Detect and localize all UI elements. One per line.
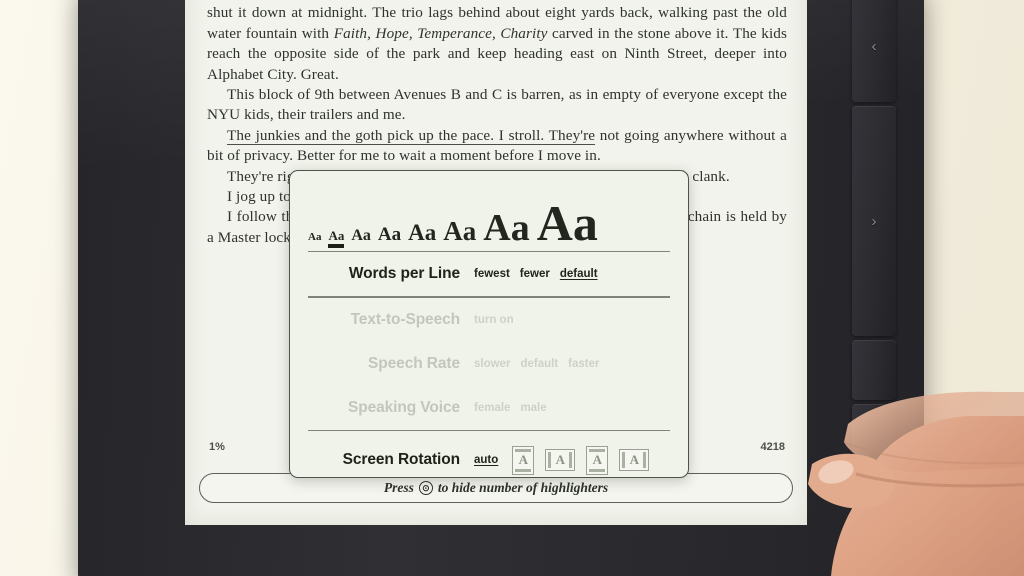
option-default: default (520, 357, 559, 370)
settings-row-text-to-speech: Text-to-Speech turn on (308, 298, 670, 342)
user-hand (808, 391, 1024, 576)
rotation-auto-option[interactable]: auto (474, 454, 498, 466)
settings-row-options: turn on (474, 314, 514, 326)
option-slower: slower (474, 357, 511, 370)
option-fewest[interactable]: fewest (474, 268, 510, 280)
font-size-option-8[interactable]: Aa (537, 198, 598, 248)
settings-row-options: female male (474, 402, 547, 414)
font-size-option-4[interactable]: Aa (378, 225, 401, 244)
font-size-option-6[interactable]: Aa (443, 217, 476, 244)
option-faster: faster (568, 357, 600, 370)
font-size-option-5[interactable]: Aa (408, 221, 436, 244)
option-male: male (520, 401, 547, 414)
eink-screen: about anyway.The NYU kids have crossed t… (185, 0, 807, 525)
rotation-portrait-inverted-icon[interactable]: A (586, 445, 609, 475)
option-default[interactable]: default (560, 268, 598, 280)
rotation-icon-letter: A (555, 452, 565, 468)
rotation-landscape-left-icon[interactable]: A (545, 449, 576, 472)
font-size-selector[interactable]: Aa Aa Aa Aa Aa Aa Aa Aa (308, 171, 670, 251)
chevron-right-icon: › (871, 212, 877, 230)
font-size-option-2[interactable]: Aa (328, 229, 344, 248)
settings-row-label: Speech Rate (368, 354, 460, 372)
prev-page-button[interactable]: ‹ (852, 0, 896, 102)
settings-row-words-per-line[interactable]: Words per Line fewest fewer default (308, 252, 670, 296)
settings-row-options: fewest fewer default (474, 268, 598, 280)
highlighted-text: The junkies and the goth pick up the pac… (227, 126, 596, 145)
screen-rotation-row[interactable]: Screen Rotation auto A A A A (308, 431, 670, 489)
settings-row-label: Text-to-Speech (350, 310, 461, 328)
rotation-icon-letter: A (518, 452, 528, 468)
page-location-number: 4218 (760, 441, 785, 453)
settings-row-label: Speaking Voice (347, 398, 460, 416)
rotation-icon-letter: A (592, 452, 602, 468)
book-paragraph: The junkies and the goth pick up the pac… (207, 126, 787, 165)
screen-rotation-label: Screen Rotation (342, 451, 460, 469)
option-fewer[interactable]: fewer (520, 268, 550, 280)
chevron-left-icon: ‹ (871, 37, 877, 55)
rotation-icon-letter: A (629, 452, 639, 468)
book-paragraph: The NYU kids have crossed the street to … (207, 0, 788, 83)
reading-progress-percent: 1% (209, 441, 225, 453)
rotation-portrait-icon[interactable]: A (512, 445, 535, 475)
font-size-option-1[interactable]: Aa (308, 232, 321, 243)
rotation-landscape-right-icon[interactable]: A (619, 449, 650, 472)
settings-row-speech-rate: Speech Rate slower default faster (308, 342, 670, 386)
screenshot-root: ‹ › about anyway.The NYU kids have cross… (0, 0, 1024, 576)
option-turn-on: turn on (474, 313, 514, 326)
next-page-button[interactable]: › (852, 106, 896, 336)
book-paragraph: This block of 9th between Avenues B and … (207, 86, 787, 124)
settings-row-speaking-voice: Speaking Voice female male (308, 386, 670, 430)
settings-row-options: slower default faster (474, 358, 599, 370)
rotation-icon-group[interactable]: AAAA (512, 445, 650, 475)
font-size-option-3[interactable]: Aa (351, 227, 371, 243)
text-settings-dialog[interactable]: Aa Aa Aa Aa Aa Aa Aa Aa Words per Line fewest few… (289, 170, 689, 478)
option-female: female (474, 401, 511, 414)
font-size-option-7[interactable]: Aa (483, 209, 529, 247)
settings-rows: Words per Line fewest fewer default Text-to-… (308, 252, 670, 429)
settings-row-label: Words per Line (348, 265, 460, 283)
